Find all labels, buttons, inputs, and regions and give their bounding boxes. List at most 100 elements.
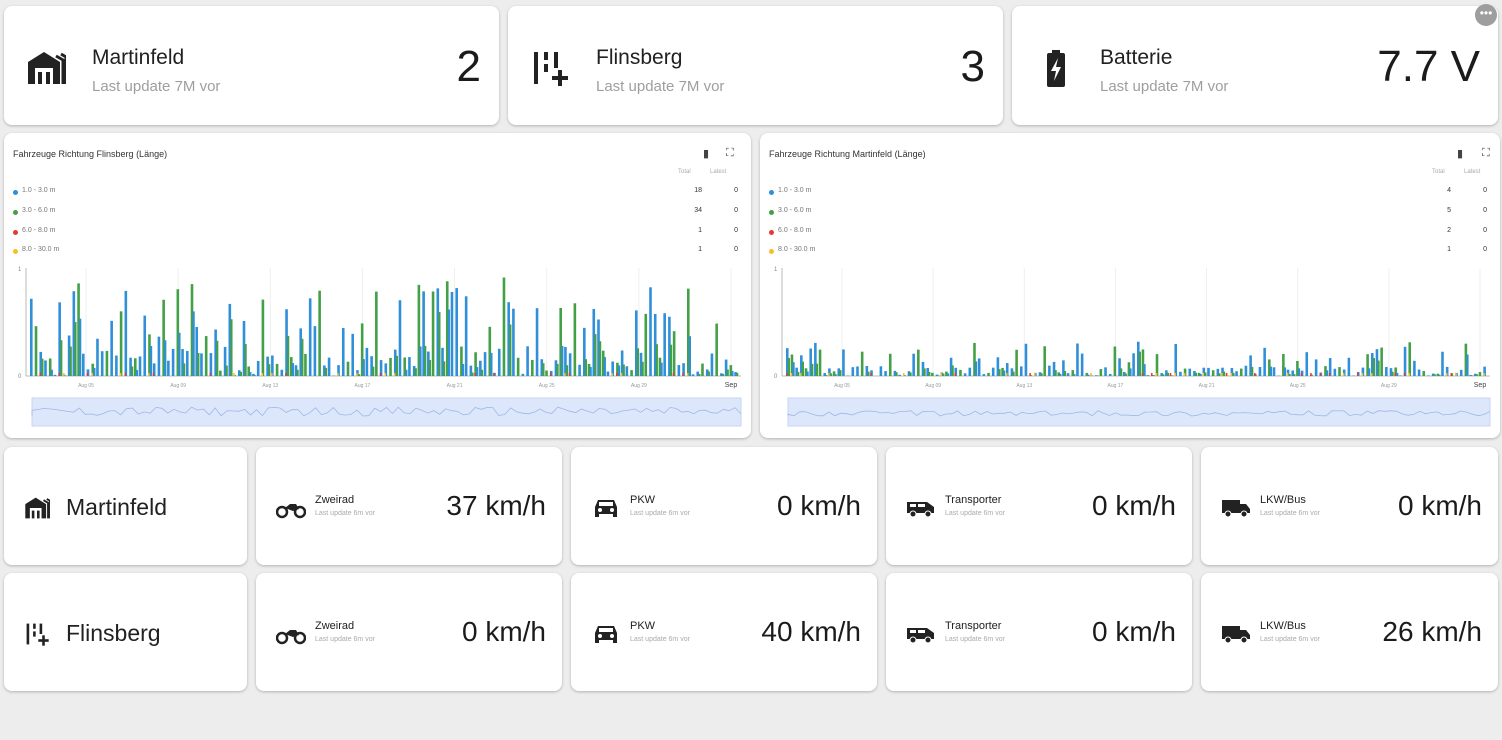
bar	[825, 375, 828, 376]
location-card-martinfeld[interactable]: Martinfeld	[4, 447, 247, 565]
tile-flinsberg[interactable]: Flinsberg Last update 7M vor 3	[508, 6, 1003, 125]
bar	[698, 373, 701, 376]
bar	[617, 365, 621, 376]
bar	[69, 346, 72, 376]
bar	[611, 373, 613, 376]
bar	[1417, 369, 1421, 376]
bar	[568, 373, 571, 376]
chart-plot[interactable]: 1 0 Aug 05 Aug 09 Aug 13 Aug 17 Aug 21 Aug 25 Au…	[760, 133, 1500, 438]
bar	[268, 364, 271, 376]
bar	[1207, 367, 1210, 376]
car-icon	[595, 626, 617, 643]
speed-last-update: Last update 6m vor	[315, 636, 375, 643]
speed-card-transporter[interactable]: Transporter Last update 6m vor 0 km/h	[886, 573, 1192, 691]
bar	[1455, 373, 1457, 376]
speed-card-lkw-bus[interactable]: LKW/Bus Last update 6m vor 0 km/h	[1201, 447, 1498, 565]
bar	[701, 363, 704, 376]
bar	[731, 371, 734, 376]
x-tick-label: Aug 17	[1107, 383, 1123, 389]
bar	[649, 287, 652, 376]
bar	[1151, 373, 1153, 376]
battery-charging-icon	[1047, 50, 1065, 87]
location-name: Flinsberg	[66, 620, 161, 646]
bar	[183, 363, 186, 376]
speed-card-zweirad[interactable]: Zweirad Last update 6m vor 0 km/h	[256, 573, 562, 691]
bar	[225, 365, 228, 376]
bar	[1251, 366, 1254, 376]
van-icon	[907, 502, 934, 518]
bar	[1408, 373, 1410, 376]
range-navigator[interactable]	[787, 397, 1491, 427]
bar	[105, 350, 109, 376]
bar	[856, 366, 859, 376]
bar	[1293, 374, 1296, 376]
bar	[912, 353, 915, 376]
bar	[384, 373, 386, 376]
bar	[677, 365, 681, 376]
speed-card-transporter[interactable]: Transporter Last update 6m vor 0 km/h	[886, 447, 1192, 565]
bar	[625, 366, 629, 376]
bar	[148, 373, 150, 376]
location-card-flinsberg[interactable]: Flinsberg	[4, 573, 247, 691]
bar	[1113, 346, 1117, 376]
bar	[219, 370, 222, 376]
bar	[1202, 373, 1205, 376]
chart-plot[interactable]: 1 0 Aug 05 Aug 09 Aug 13 Aug 17 Aug 21 Aug 25 Au…	[4, 133, 751, 438]
bar	[561, 345, 564, 376]
garage-icon	[28, 52, 66, 84]
bar	[1380, 347, 1383, 376]
bar	[379, 373, 382, 376]
bar	[1199, 373, 1202, 376]
bar	[594, 334, 597, 376]
speed-card-pkw[interactable]: PKW Last update 6m vor 0 km/h	[571, 447, 877, 565]
bar	[1221, 373, 1223, 376]
lanes-plus-icon	[534, 52, 568, 86]
speed-last-update: Last update 6m vor	[1260, 636, 1320, 643]
bar	[261, 373, 264, 376]
tile-martinfeld[interactable]: Martinfeld Last update 7M vor 2	[4, 6, 499, 125]
bar	[1445, 373, 1448, 376]
bar	[1174, 343, 1178, 376]
x-tick-label: Aug 05	[834, 383, 850, 389]
more-options-icon[interactable]: •••	[1475, 4, 1497, 26]
speed-card-lkw-bus[interactable]: LKW/Bus Last update 6m vor 26 km/h	[1201, 573, 1498, 691]
bar	[53, 374, 57, 376]
bar	[1166, 372, 1170, 376]
bar	[450, 291, 454, 376]
bar	[1059, 373, 1062, 376]
truck-icon	[1222, 500, 1250, 518]
bar	[1141, 373, 1144, 376]
bar	[1272, 367, 1276, 376]
bar	[1319, 373, 1322, 376]
bar	[829, 373, 833, 376]
bar	[119, 373, 122, 376]
bar	[81, 353, 85, 376]
bar	[100, 351, 104, 376]
bar	[93, 367, 96, 376]
tile-last-update: Last update 7M vor	[92, 78, 221, 95]
bar	[1040, 373, 1043, 376]
bar	[41, 358, 44, 376]
range-navigator[interactable]	[31, 397, 742, 427]
bar	[672, 331, 676, 376]
bar	[414, 368, 417, 376]
tile-batterie[interactable]: Batterie Last update 7M vor 7.7 V	[1012, 6, 1498, 125]
bar	[606, 371, 610, 376]
bar	[216, 340, 219, 376]
bar	[1020, 366, 1023, 376]
speed-value: 0 km/h	[1397, 490, 1482, 521]
bar	[1459, 369, 1463, 376]
bar	[531, 359, 534, 376]
bar	[1258, 366, 1262, 376]
bar	[233, 373, 235, 376]
bar	[1433, 374, 1436, 376]
bar	[30, 298, 33, 376]
bar	[476, 367, 479, 376]
speed-card-zweirad[interactable]: Zweirad Last update 6m vor 37 km/h	[256, 447, 562, 565]
bar	[599, 341, 602, 376]
speed-last-update: Last update 6m vor	[315, 510, 375, 517]
speed-card-pkw[interactable]: PKW Last update 6m vor 40 km/h	[571, 573, 877, 691]
x-tick-label: Sep	[725, 382, 738, 389]
bar	[1204, 372, 1207, 376]
bar	[669, 344, 673, 376]
